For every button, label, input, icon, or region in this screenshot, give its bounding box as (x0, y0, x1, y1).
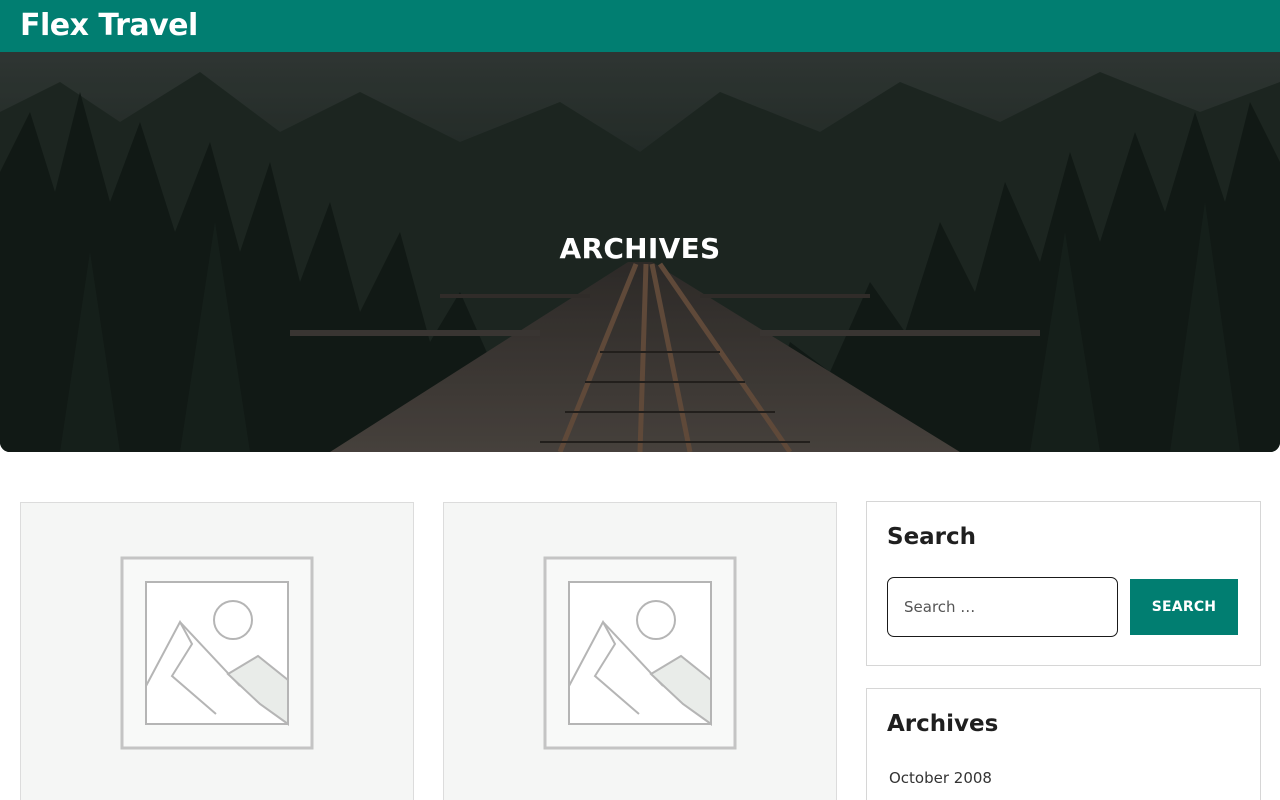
post-card[interactable] (20, 502, 414, 800)
search-input[interactable] (887, 577, 1118, 637)
image-placeholder-icon (120, 556, 314, 750)
site-header: Flex Travel (0, 0, 1280, 52)
page-title: ARCHIVES (559, 232, 721, 265)
archives-widget-title: Archives (887, 711, 999, 737)
archives-widget: Archives October 2008 (866, 688, 1261, 800)
search-widget-title: Search (887, 524, 977, 550)
image-placeholder-icon (543, 556, 737, 750)
hero-banner: ARCHIVES (0, 52, 1280, 452)
search-button[interactable]: SEARCH (1130, 579, 1238, 635)
post-card[interactable] (443, 502, 837, 800)
search-widget: Search SEARCH (866, 501, 1261, 666)
archive-link-october-2008[interactable]: October 2008 (889, 769, 992, 787)
site-title-link[interactable]: Flex Travel (20, 8, 198, 43)
